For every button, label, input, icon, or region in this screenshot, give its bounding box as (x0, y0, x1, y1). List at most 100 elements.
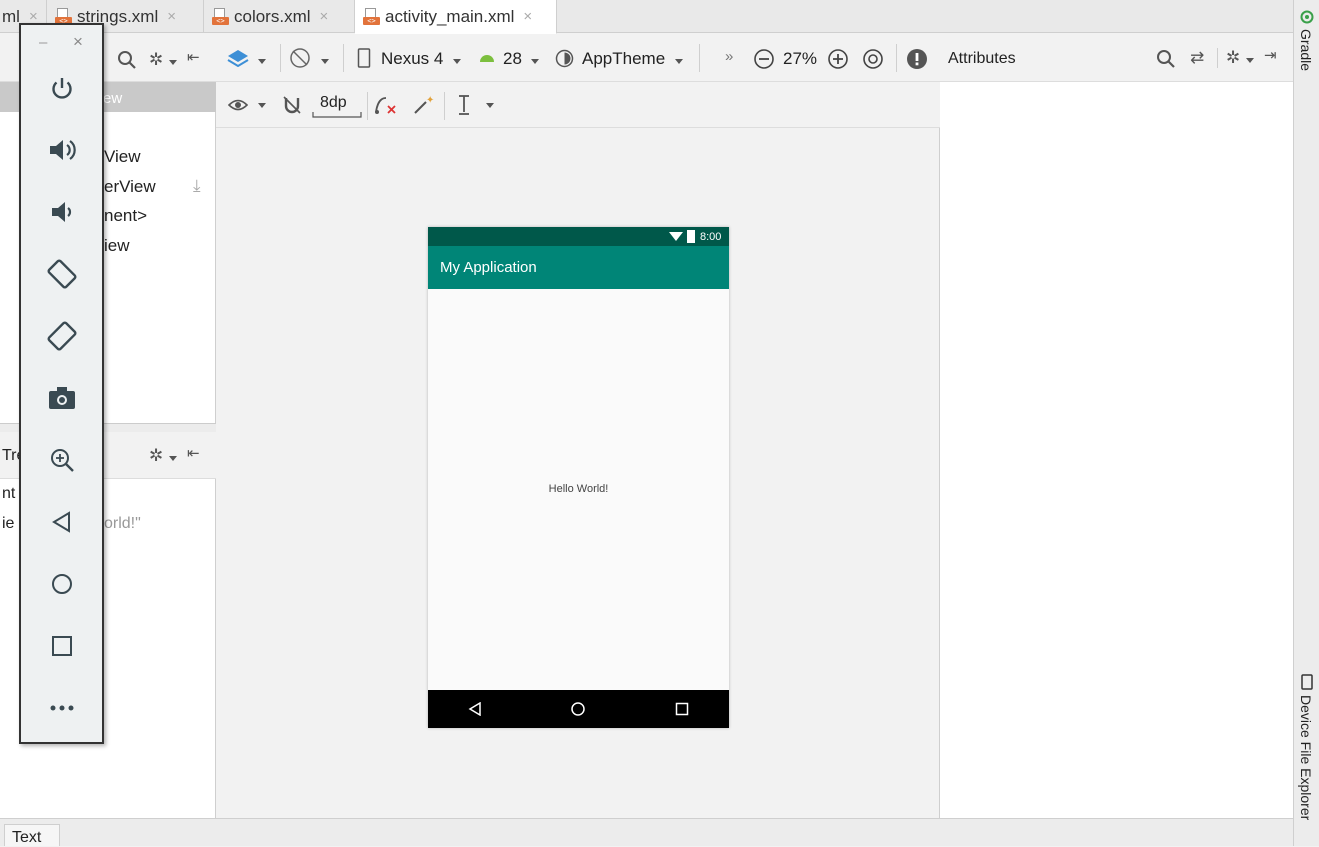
camera-icon (49, 387, 75, 409)
volume-up-icon (50, 140, 76, 160)
gear-icon[interactable]: ✲ (1226, 49, 1240, 66)
orientation-icon[interactable] (289, 47, 311, 69)
back-icon (468, 702, 481, 716)
palette-item[interactable]: View (104, 147, 141, 167)
text-baseline-icon[interactable] (457, 94, 471, 116)
separator (343, 44, 344, 72)
close-icon[interactable]: × (523, 8, 532, 25)
warning-icon[interactable] (906, 48, 928, 70)
tab-activity-main-xml[interactable]: <> activity_main.xml × (355, 0, 557, 34)
nav-bar (428, 690, 729, 728)
overview-button[interactable] (44, 628, 80, 664)
swap-icon[interactable]: ⇄ (1190, 49, 1204, 66)
magnet-off-icon[interactable] (282, 95, 302, 115)
close-icon[interactable]: × (167, 8, 176, 25)
tab-label: colors.xml (234, 6, 311, 26)
wifi-icon (669, 232, 683, 241)
rotate-right-button[interactable] (44, 318, 80, 354)
chevron-down-icon (531, 59, 539, 64)
overview-icon (675, 702, 689, 716)
device-file-explorer-button[interactable]: Device File Explorer (1298, 695, 1314, 820)
gear-icon[interactable]: ✲ (149, 447, 163, 464)
zoom-button[interactable] (44, 442, 80, 478)
tree-row[interactable]: ie (2, 515, 14, 533)
clear-constraints-icon[interactable] (374, 94, 398, 116)
xml-file-icon: <> (363, 8, 380, 25)
home-button[interactable] (44, 566, 80, 602)
palette-item[interactable]: iew (104, 236, 130, 256)
chevron-down-icon (486, 103, 494, 108)
screenshot-button[interactable] (44, 380, 80, 416)
download-icon[interactable]: ⤓ (193, 177, 201, 194)
right-tool-stripe: Gradle Device File Explorer (1293, 0, 1319, 846)
power-button[interactable] (44, 70, 80, 106)
hide-panel-icon[interactable]: ⇤ (187, 446, 200, 461)
magic-wand-icon[interactable]: ✦ (412, 94, 434, 116)
close-icon[interactable]: × (320, 8, 329, 25)
back-button[interactable] (44, 504, 80, 540)
tab-label: activity_main.xml (385, 6, 515, 26)
more-button[interactable] (44, 690, 80, 726)
layout-toolbar: 8dp ✦ (216, 82, 940, 128)
zoom-in-icon[interactable] (827, 48, 849, 70)
text-tab[interactable]: Text (4, 824, 60, 846)
device-selector[interactable]: Nexus 4 (381, 49, 443, 69)
attributes-panel (940, 34, 1293, 818)
status-time: 8:00 (700, 231, 722, 243)
overview-icon (52, 636, 72, 656)
svg-text:✦: ✦ (426, 95, 434, 106)
hello-textview[interactable]: Hello World! (428, 483, 729, 495)
palette-item[interactable]: nent> (104, 206, 147, 226)
gradle-icon (1300, 10, 1314, 24)
editor-tab-bar: ml × <> strings.xml × <> colors.xml × <>… (0, 0, 1293, 34)
overflow-button[interactable]: » (725, 48, 733, 65)
separator (699, 44, 700, 72)
chevron-down-icon (169, 60, 177, 65)
rotate-right-icon (47, 321, 77, 351)
gradle-tool-button[interactable]: Gradle (1298, 29, 1314, 71)
layers-icon[interactable] (227, 49, 249, 67)
app-bar: My Application (428, 246, 729, 289)
zoom-icon (51, 449, 74, 472)
volume-down-icon (52, 202, 72, 222)
phone-preview[interactable]: 8:00 My Application Hello World! (428, 227, 729, 728)
chevron-down-icon (258, 103, 266, 108)
tab-colors-xml[interactable]: <> colors.xml × (204, 0, 355, 33)
volume-up-button[interactable] (44, 132, 80, 168)
separator (1217, 48, 1218, 68)
eye-icon[interactable] (228, 98, 248, 112)
zoom-out-icon[interactable] (753, 48, 775, 70)
theme-selector[interactable]: AppTheme (582, 49, 665, 69)
minimize-button[interactable]: – (39, 34, 47, 51)
design-toolbar: Nexus 4 28 AppTheme » 27% (216, 34, 940, 82)
default-margin-selector[interactable]: 8dp (320, 94, 347, 112)
emulator-toolbar: – × (19, 23, 104, 744)
chevron-down-icon (453, 59, 461, 64)
palette-item[interactable]: erView (104, 177, 156, 197)
separator (444, 92, 445, 120)
battery-icon (687, 230, 695, 243)
chevron-down-icon (169, 456, 177, 461)
api-level-selector[interactable]: 28 (503, 49, 522, 69)
attributes-header: Attributes ⇄ ✲ ⇥ (940, 34, 1293, 82)
status-bar: 8:00 (428, 227, 729, 246)
device-icon (357, 48, 371, 68)
zoom-to-fit-icon[interactable] (862, 48, 884, 70)
app-title: My Application (440, 259, 537, 276)
bottom-bar (0, 818, 1293, 846)
hide-panel-icon[interactable]: ⇥ (1264, 48, 1277, 63)
home-icon (571, 702, 585, 716)
theme-icon (555, 49, 574, 68)
tab-label: ml (2, 6, 20, 26)
tree-row[interactable]: nt (2, 485, 15, 503)
gear-icon[interactable]: ✲ (149, 51, 163, 68)
search-icon[interactable] (117, 50, 137, 70)
search-icon[interactable] (1156, 49, 1176, 69)
chevron-down-icon (675, 59, 683, 64)
volume-down-button[interactable] (44, 194, 80, 230)
rotate-left-button[interactable] (44, 256, 80, 292)
close-button[interactable]: × (73, 32, 83, 52)
hide-panel-icon[interactable]: ⇤ (187, 50, 200, 65)
margin-ruler-icon (312, 112, 362, 118)
separator (896, 44, 897, 72)
